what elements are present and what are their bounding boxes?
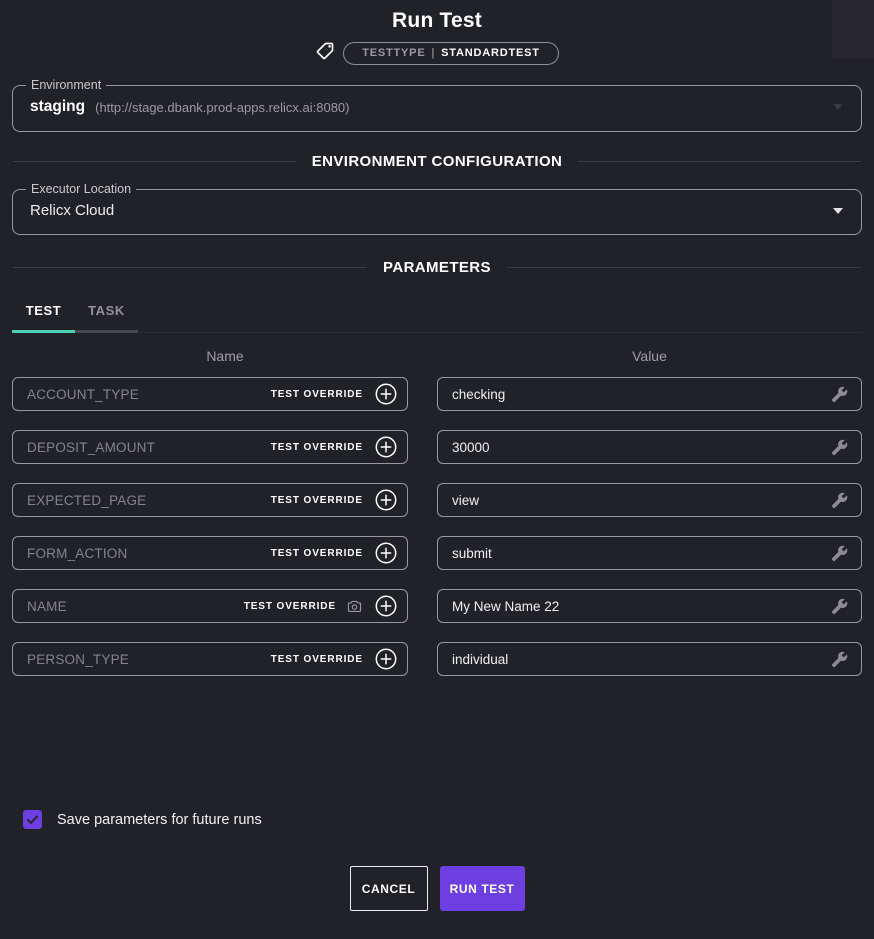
cancel-button[interactable]: CANCEL [350,866,428,911]
add-override-icon[interactable] [375,436,397,458]
environment-label: Environment [26,78,106,92]
wrench-icon[interactable] [831,492,848,509]
table-column-headers: Name Value [12,348,862,364]
camera-icon[interactable] [346,598,363,615]
parameter-name: NAME [27,599,234,614]
executor-location-value: Relicx Cloud [30,202,114,219]
parameter-value-field[interactable]: checking [437,377,862,411]
table-row: FORM_ACTION TEST OVERRIDE submit [12,536,862,570]
save-parameters-row: Save parameters for future runs [23,810,874,829]
executor-location-label: Executor Location [26,182,136,196]
test-override-label: TEST OVERRIDE [271,654,363,665]
add-override-icon[interactable] [375,489,397,511]
table-row: EXPECTED_PAGE TEST OVERRIDE view [12,483,862,517]
parameters-tabs: TEST TASK [12,297,862,333]
table-row: ACCOUNT_TYPE TEST OVERRIDE checking [12,377,862,411]
table-row: PERSON_TYPE TEST OVERRIDE individual [12,642,862,676]
column-header-name: Name [12,348,408,364]
test-override-label: TEST OVERRIDE [271,442,363,453]
parameter-name-field[interactable]: DEPOSIT_AMOUNT TEST OVERRIDE [12,430,408,464]
column-header-value: Value [437,348,862,364]
badge-value: STANDARDTEST [441,47,540,59]
parameter-value: checking [452,387,831,402]
chevron-down-icon[interactable] [833,208,843,214]
test-override-label: TEST OVERRIDE [271,548,363,559]
parameter-value-field[interactable]: view [437,483,862,517]
parameter-name: FORM_ACTION [27,546,261,561]
background-panel-corner [832,0,874,58]
parameter-name-field[interactable]: EXPECTED_PAGE TEST OVERRIDE [12,483,408,517]
badge-key: TESTTYPE [362,47,425,59]
wrench-icon[interactable] [831,598,848,615]
parameters-header: PARAMETERS [13,259,861,276]
wrench-icon[interactable] [831,651,848,668]
parameter-value: submit [452,546,831,561]
tag-icon [315,41,335,66]
environment-url: (http://stage.dbank.prod-apps.relicx.ai:… [95,100,349,115]
tab-test[interactable]: TEST [12,297,75,333]
environment-select[interactable]: Environment staging (http://stage.dbank.… [12,78,862,132]
wrench-icon[interactable] [831,386,848,403]
badge-separator: | [431,47,435,59]
parameter-value-field[interactable]: 30000 [437,430,862,464]
table-row: DEPOSIT_AMOUNT TEST OVERRIDE 30000 [12,430,862,464]
parameter-name-field[interactable]: FORM_ACTION TEST OVERRIDE [12,536,408,570]
add-override-icon[interactable] [375,383,397,405]
environment-value: staging [30,98,85,116]
parameter-name-field[interactable]: PERSON_TYPE TEST OVERRIDE [12,642,408,676]
test-type-badge: TESTTYPE | STANDARDTEST [343,42,559,65]
add-override-icon[interactable] [375,648,397,670]
executor-location-select[interactable]: Executor Location Relicx Cloud [12,182,862,235]
wrench-icon[interactable] [831,545,848,562]
parameter-rows: ACCOUNT_TYPE TEST OVERRIDE checking [0,377,874,676]
parameter-value-field[interactable]: submit [437,536,862,570]
save-parameters-checkbox[interactable] [23,810,42,829]
wrench-icon[interactable] [831,439,848,456]
parameter-value-field[interactable]: individual [437,642,862,676]
save-parameters-label: Save parameters for future runs [57,812,262,828]
parameter-name: EXPECTED_PAGE [27,493,261,508]
chevron-down-icon[interactable] [833,104,843,110]
page-title: Run Test [0,0,874,33]
parameter-value: view [452,493,831,508]
test-override-label: TEST OVERRIDE [271,389,363,400]
parameter-name: DEPOSIT_AMOUNT [27,440,261,455]
test-override-label: TEST OVERRIDE [271,495,363,506]
run-test-button[interactable]: RUN TEST [440,866,525,911]
parameter-name: ACCOUNT_TYPE [27,387,261,402]
tab-task[interactable]: TASK [75,297,138,333]
action-buttons: CANCEL RUN TEST [0,866,874,911]
environment-configuration-header: ENVIRONMENT CONFIGURATION [13,153,861,170]
test-type-badge-row: TESTTYPE | STANDARDTEST [0,41,874,65]
test-override-label: TEST OVERRIDE [244,601,336,612]
parameter-value: individual [452,652,831,667]
parameter-value: My New Name 22 [452,599,831,614]
parameter-value: 30000 [452,440,831,455]
parameter-value-field[interactable]: My New Name 22 [437,589,862,623]
add-override-icon[interactable] [375,595,397,617]
parameter-name-field[interactable]: ACCOUNT_TYPE TEST OVERRIDE [12,377,408,411]
parameter-name-field[interactable]: NAME TEST OVERRIDE [12,589,408,623]
parameter-name: PERSON_TYPE [27,652,261,667]
table-row: NAME TEST OVERRIDE My New Name 22 [12,589,862,623]
add-override-icon[interactable] [375,542,397,564]
